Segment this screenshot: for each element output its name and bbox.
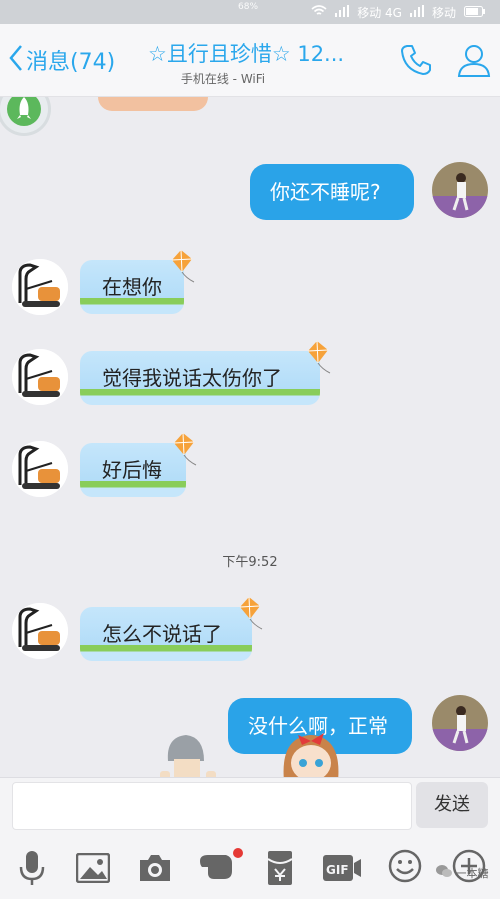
kite-icon [168, 249, 198, 288]
message-text: 你还不睡呢? [270, 180, 381, 204]
chat-area[interactable]: 你还不睡呢? 在想你 觉得我说话太伤你了 好后悔 下午9:52 怎么不说话了 没… [0, 97, 500, 777]
contact-status: 手机在线 - WiFi [180, 72, 266, 86]
avatar[interactable] [12, 603, 68, 659]
kite-icon [236, 596, 266, 635]
svg-text:GIF: GIF [326, 863, 349, 877]
contact-name[interactable]: ☆且行且珍惜☆ 12... [148, 38, 368, 68]
carrier-2: 移动 [431, 6, 456, 20]
bottom-toolbar: GIF [0, 837, 500, 899]
message-input[interactable] [12, 782, 412, 830]
signal-icon [409, 5, 424, 20]
phone-icon[interactable] [398, 42, 434, 82]
message-bubble-in[interactable]: 觉得我说话太伤你了 [80, 351, 320, 405]
wifi-icon [311, 5, 327, 20]
profile-icon[interactable] [456, 42, 492, 82]
wechat-logo-icon [436, 865, 456, 880]
status-bar: 68% 移动 4G 移动 [0, 0, 500, 24]
avatar[interactable] [12, 441, 68, 497]
message-bubble-in[interactable]: 怎么不说话了 [80, 607, 252, 661]
battery-icon [464, 5, 486, 20]
timestamp: 下午9:52 [222, 555, 278, 570]
watermark-text: 一本糖 [455, 867, 489, 880]
chat-header: 消息(74) ☆且行且珍惜☆ 12... 手机在线 - WiFi [0, 24, 500, 97]
message-bubble-out[interactable]: 你还不睡呢? [250, 164, 414, 220]
emoji-icon[interactable] [388, 849, 422, 887]
kite-icon [170, 432, 200, 471]
rocket-icon[interactable] [0, 97, 48, 133]
partial-bubble [98, 97, 208, 111]
message-text: 觉得我说话太伤你了 [102, 366, 282, 390]
message-text: 在想你 [102, 275, 162, 299]
cartoon-boy-sticker [160, 731, 218, 777]
watermark: 一本糖 [436, 865, 489, 881]
avatar[interactable] [432, 695, 488, 751]
back-button[interactable]: 消息(74) [8, 44, 115, 76]
send-button[interactable]: 发送 [416, 782, 488, 828]
cartoon-girl-sticker [278, 727, 344, 777]
image-icon[interactable] [75, 852, 111, 887]
avatar[interactable] [432, 162, 488, 218]
battery-text: 68% [238, 2, 259, 12]
gif-icon[interactable]: GIF [322, 853, 362, 887]
redpacket-icon[interactable] [266, 849, 294, 891]
avatar[interactable] [12, 259, 68, 315]
carrier-1: 移动 4G [357, 6, 402, 20]
message-text: 怎么不说话了 [102, 622, 222, 646]
input-bar: 发送 [0, 777, 500, 838]
camera-icon[interactable] [138, 853, 172, 887]
kite-icon [304, 340, 334, 379]
chevron-left-icon [8, 44, 24, 76]
message-text: 好后悔 [102, 458, 162, 482]
poke-icon[interactable] [198, 847, 244, 887]
mic-icon[interactable] [18, 849, 46, 891]
signal-icon [335, 5, 350, 20]
back-label: 消息(74) [26, 50, 116, 75]
avatar[interactable] [12, 349, 68, 405]
